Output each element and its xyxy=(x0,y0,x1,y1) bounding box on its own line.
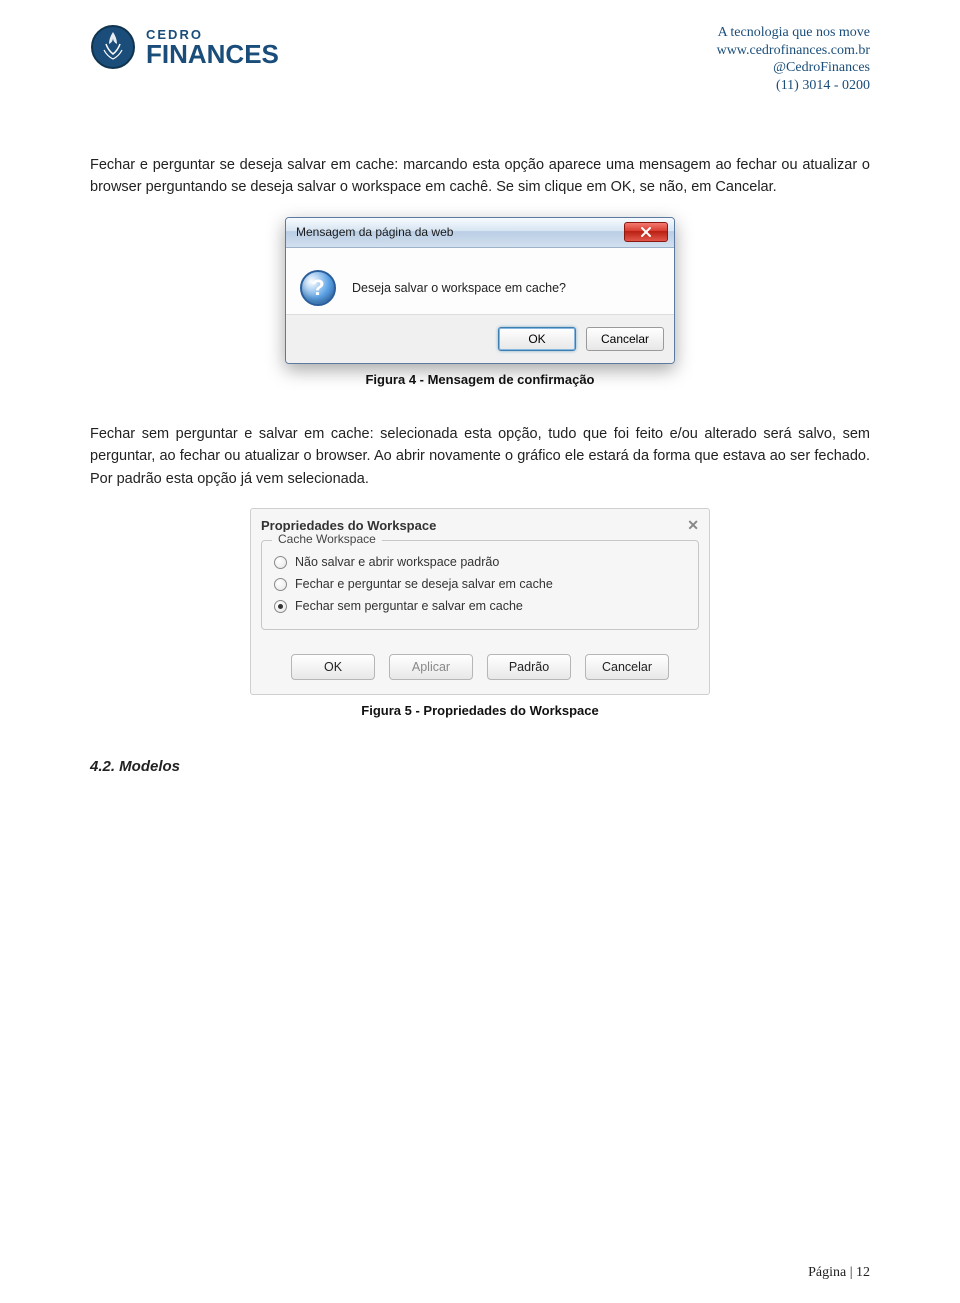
radio-icon xyxy=(274,600,287,613)
footer-label: Página xyxy=(808,1265,846,1280)
footer-sep: | xyxy=(846,1265,856,1280)
radio-icon xyxy=(274,578,287,591)
cache-workspace-group: Cache Workspace Não salvar e abrir works… xyxy=(261,540,699,630)
header-url: www.cedrofinances.com.br xyxy=(717,42,870,60)
dialog-title: Mensagem da página da web xyxy=(296,225,453,239)
question-icon: ? xyxy=(300,270,336,306)
figure-4-caption: Figura 4 - Mensagem de confirmação xyxy=(90,372,870,387)
radio-option-2[interactable]: Fechar sem perguntar e salvar em cache xyxy=(274,595,686,617)
radio-label: Fechar sem perguntar e salvar em cache xyxy=(295,599,523,613)
wheat-medal-icon xyxy=(90,24,136,70)
logo-bottom-text: FINANCES xyxy=(146,41,279,67)
ok-button[interactable]: OK xyxy=(498,327,576,351)
header-phone: (11) 3014 - 0200 xyxy=(717,77,870,95)
props-title-text: Propriedades do Workspace xyxy=(261,518,436,533)
close-icon[interactable]: ✕ xyxy=(687,517,699,534)
default-button[interactable]: Padrão xyxy=(487,654,571,680)
header-contact: A tecnologia que nos move www.cedrofinan… xyxy=(717,24,870,94)
paragraph-1: Fechar e perguntar se deseja salvar em c… xyxy=(90,154,870,199)
header-handle: @CedroFinances xyxy=(717,59,870,77)
page-footer: Página | 12 xyxy=(808,1265,870,1281)
brand-logo: CEDRO FINANCES xyxy=(90,24,279,70)
radio-label: Fechar e perguntar se deseja salvar em c… xyxy=(295,577,553,591)
radio-option-1[interactable]: Fechar e perguntar se deseja salvar em c… xyxy=(274,573,686,595)
close-icon xyxy=(640,226,652,238)
footer-page-number: 12 xyxy=(856,1265,870,1280)
confirm-dialog: Mensagem da página da web ? Deseja salva… xyxy=(285,217,675,364)
section-heading: 4.2. Modelos xyxy=(90,758,870,775)
apply-button[interactable]: Aplicar xyxy=(389,654,473,680)
figure-5-caption: Figura 5 - Propriedades do Workspace xyxy=(90,703,870,718)
workspace-properties-dialog: Propriedades do Workspace ✕ Cache Worksp… xyxy=(250,508,710,695)
radio-option-0[interactable]: Não salvar e abrir workspace padrão xyxy=(274,551,686,573)
close-button[interactable] xyxy=(624,222,668,242)
page-header: CEDRO FINANCES A tecnologia que nos move… xyxy=(90,24,870,94)
radio-icon xyxy=(274,556,287,569)
dialog-titlebar: Mensagem da página da web xyxy=(286,218,674,248)
dialog-message: Deseja salvar o workspace em cache? xyxy=(352,281,566,295)
cancel-button[interactable]: Cancelar xyxy=(586,327,664,351)
radio-label: Não salvar e abrir workspace padrão xyxy=(295,555,499,569)
cancel-button[interactable]: Cancelar xyxy=(585,654,669,680)
ok-button[interactable]: OK xyxy=(291,654,375,680)
fieldset-legend: Cache Workspace xyxy=(272,532,382,546)
header-tagline: A tecnologia que nos move xyxy=(717,24,870,42)
paragraph-2: Fechar sem perguntar e salvar em cache: … xyxy=(90,423,870,490)
